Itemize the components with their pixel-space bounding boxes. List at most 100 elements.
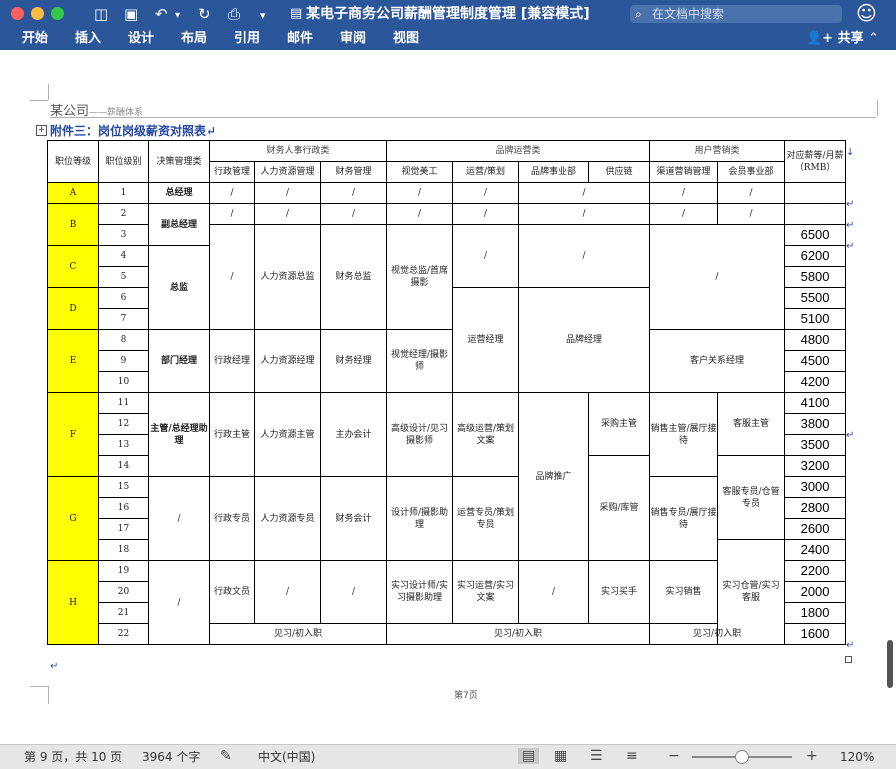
outline-view-icon[interactable]: ☰ [590,748,603,764]
table-cell: 人力资源专员 [254,476,321,561]
paragraph-mark: ↵ [50,661,59,672]
draft-view-icon[interactable]: ≡ [626,748,638,764]
zoom-in-icon[interactable]: + [806,748,818,764]
level-cell: 1 [98,182,149,204]
share-label: 共享 [837,31,864,46]
level-cell: 16 [98,497,149,519]
table-cell: / [717,182,786,204]
table-cell: 销售专员/展厅接待 [649,476,719,561]
language-indicator[interactable]: 中文(中国) [258,749,315,765]
header-rule [50,117,876,118]
header-admin: 行政管理 [209,161,255,183]
grade-cell: C [47,245,99,288]
grade-cell: F [47,392,99,477]
salary-cell: 4500 [784,350,847,372]
margin-corner-mark [877,100,878,116]
table-cell: / [254,560,321,624]
sidebar-toggle-icon[interactable]: ◫ [94,4,108,24]
tab-references[interactable]: 引用 [234,30,260,48]
tab-view[interactable]: 视图 [393,30,419,48]
word-count[interactable]: 3964 个字 [142,749,200,765]
print-icon[interactable]: ⎙ [228,4,240,24]
tab-home[interactable]: 开始 [22,30,48,48]
table-cell: 见习/初入职 [208,623,388,645]
zoom-window-button[interactable] [51,7,64,20]
level-cell: 19 [98,560,149,582]
redo-icon[interactable]: ↻ [198,4,211,24]
header-level: 职位级别 [98,140,149,183]
table-cell: 主管/总经理助理 [148,392,210,477]
header-ops: 运营/策划 [452,161,520,183]
search-icon: ⌕ [635,7,642,21]
table-cell: 副总经理 [148,203,210,246]
salary-table[interactable]: 职位等级 职位级别 决策管理类 财务人事行政类 品牌运营类 用户营销类 对应薪等… [47,140,847,645]
header-brand-dept: 品牌事业部 [518,161,590,183]
table-cell: / [319,560,388,624]
scrollbar-thumb[interactable] [887,640,893,688]
web-layout-icon[interactable]: ▦ [554,748,567,764]
share-button[interactable]: 👤+ 共享 [806,29,864,49]
header-finance: 财务管理 [319,161,388,183]
add-person-icon: 👤+ [806,31,834,46]
margin-corner-mark [48,686,49,704]
zoom-slider-knob[interactable] [735,750,749,764]
customize-toolbar-icon[interactable]: ▾ [260,6,266,26]
table-cell: / [717,203,786,225]
salary-cell: 2800 [784,497,847,519]
search-box[interactable]: ⌕ [630,5,842,23]
page-count[interactable]: 第 9 页，共 10 页 [24,749,122,765]
level-cell: 6 [98,287,149,309]
table-cell: / [518,560,590,624]
level-cell: 4 [98,245,149,267]
tab-design[interactable]: 设计 [128,30,154,48]
table-move-handle[interactable]: + [36,125,47,136]
level-cell: 22 [98,623,149,645]
page-footer: 第7页 [454,691,478,701]
minimize-window-button[interactable] [31,7,44,20]
close-window-button[interactable] [11,7,24,20]
table-cell: / [452,203,520,225]
undo-icon[interactable]: ↶ [155,4,168,24]
level-cell: 3 [98,224,149,246]
salary-cell: 5100 [784,308,847,330]
undo-dropdown-icon[interactable]: ▾ [175,6,180,26]
print-layout-icon[interactable]: ▤ [518,748,540,764]
table-cell: / [319,182,388,204]
tab-mailings[interactable]: 邮件 [287,30,313,48]
search-input[interactable] [652,5,838,23]
tab-review[interactable]: 审阅 [340,30,366,48]
table-resize-handle[interactable] [845,656,852,663]
level-cell: 12 [98,413,149,435]
header-user-group: 用户营销类 [649,140,786,162]
table-cell: 见习/初入职 [649,623,786,645]
tab-insert[interactable]: 插入 [75,30,101,48]
end-of-row-mark: ↵ [846,430,855,441]
grade-cell: A [47,182,99,204]
tab-layout[interactable]: 布局 [181,30,207,48]
table-cell: 见习/初入职 [386,623,651,645]
margin-corner-mark [30,100,48,101]
level-cell: 2 [98,203,149,225]
table-cell: 客服专员/仓管专员 [717,455,786,540]
table-cell: 品牌推广 [518,392,590,561]
table-cell: 行政主管 [209,392,255,477]
document-canvas[interactable]: 某公司——薪酬体系 + 附件三：岗位岗级薪资对照表↵ 职位等级 职位级别 决策管… [0,50,896,744]
table-cell: 财务会计 [319,476,388,561]
save-icon[interactable]: ▣ [124,4,138,24]
table-cell: 财务总监 [319,224,388,330]
zoom-level[interactable]: 120% [840,749,874,765]
header-brand-group: 品牌运营类 [386,140,651,162]
grade-cell: G [47,476,99,561]
level-cell: 20 [98,581,149,603]
salary-cell: 2000 [784,581,847,603]
table-cell: 人力资源总监 [254,224,321,330]
level-cell: 14 [98,455,149,477]
salary-cell: 6500 [784,224,847,246]
table-cell: 高级设计/见习摄影师 [386,392,454,477]
ribbon-collapse-icon[interactable]: ⌃ [868,29,879,49]
level-cell: 13 [98,434,149,456]
zoom-out-icon[interactable]: − [668,748,680,764]
header-supply: 供应链 [588,161,651,183]
proofing-icon[interactable]: ✎ [220,748,232,764]
smiley-icon[interactable]: ☺ [856,2,877,24]
